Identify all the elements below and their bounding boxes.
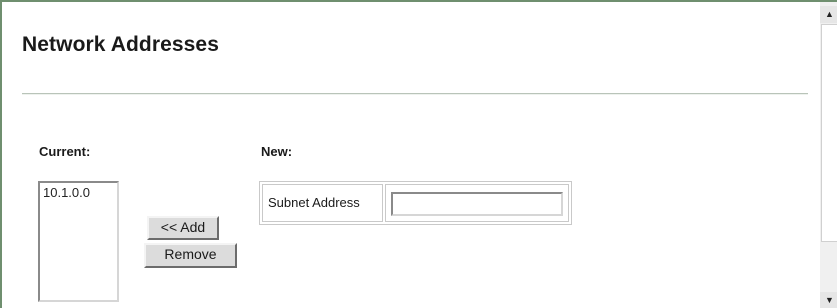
list-item[interactable]: 10.1.0.0: [42, 185, 115, 200]
page-content: Network Addresses Current: New: 10.1.0.0…: [2, 2, 820, 308]
current-addresses-list[interactable]: 10.1.0.0: [38, 181, 119, 302]
scroll-down-arrow-icon[interactable]: ▼: [820, 292, 837, 308]
new-address-table: Subnet Address: [259, 181, 572, 225]
new-label: New:: [261, 144, 293, 159]
vertical-scrollbar[interactable]: ▲ ▼: [820, 2, 837, 308]
page-title: Network Addresses: [22, 33, 219, 56]
scrollbar-thumb[interactable]: [821, 24, 837, 242]
current-label: Current:: [39, 144, 91, 159]
divider: [22, 93, 808, 95]
subnet-address-label: Subnet Address: [262, 184, 383, 222]
browser-frame: Network Addresses Current: New: 10.1.0.0…: [0, 0, 837, 308]
add-button[interactable]: << Add: [147, 216, 219, 240]
remove-button[interactable]: Remove: [144, 243, 237, 268]
subnet-address-cell: [385, 184, 569, 222]
scroll-up-arrow-icon[interactable]: ▲: [820, 6, 837, 23]
subnet-address-input[interactable]: [391, 192, 563, 216]
